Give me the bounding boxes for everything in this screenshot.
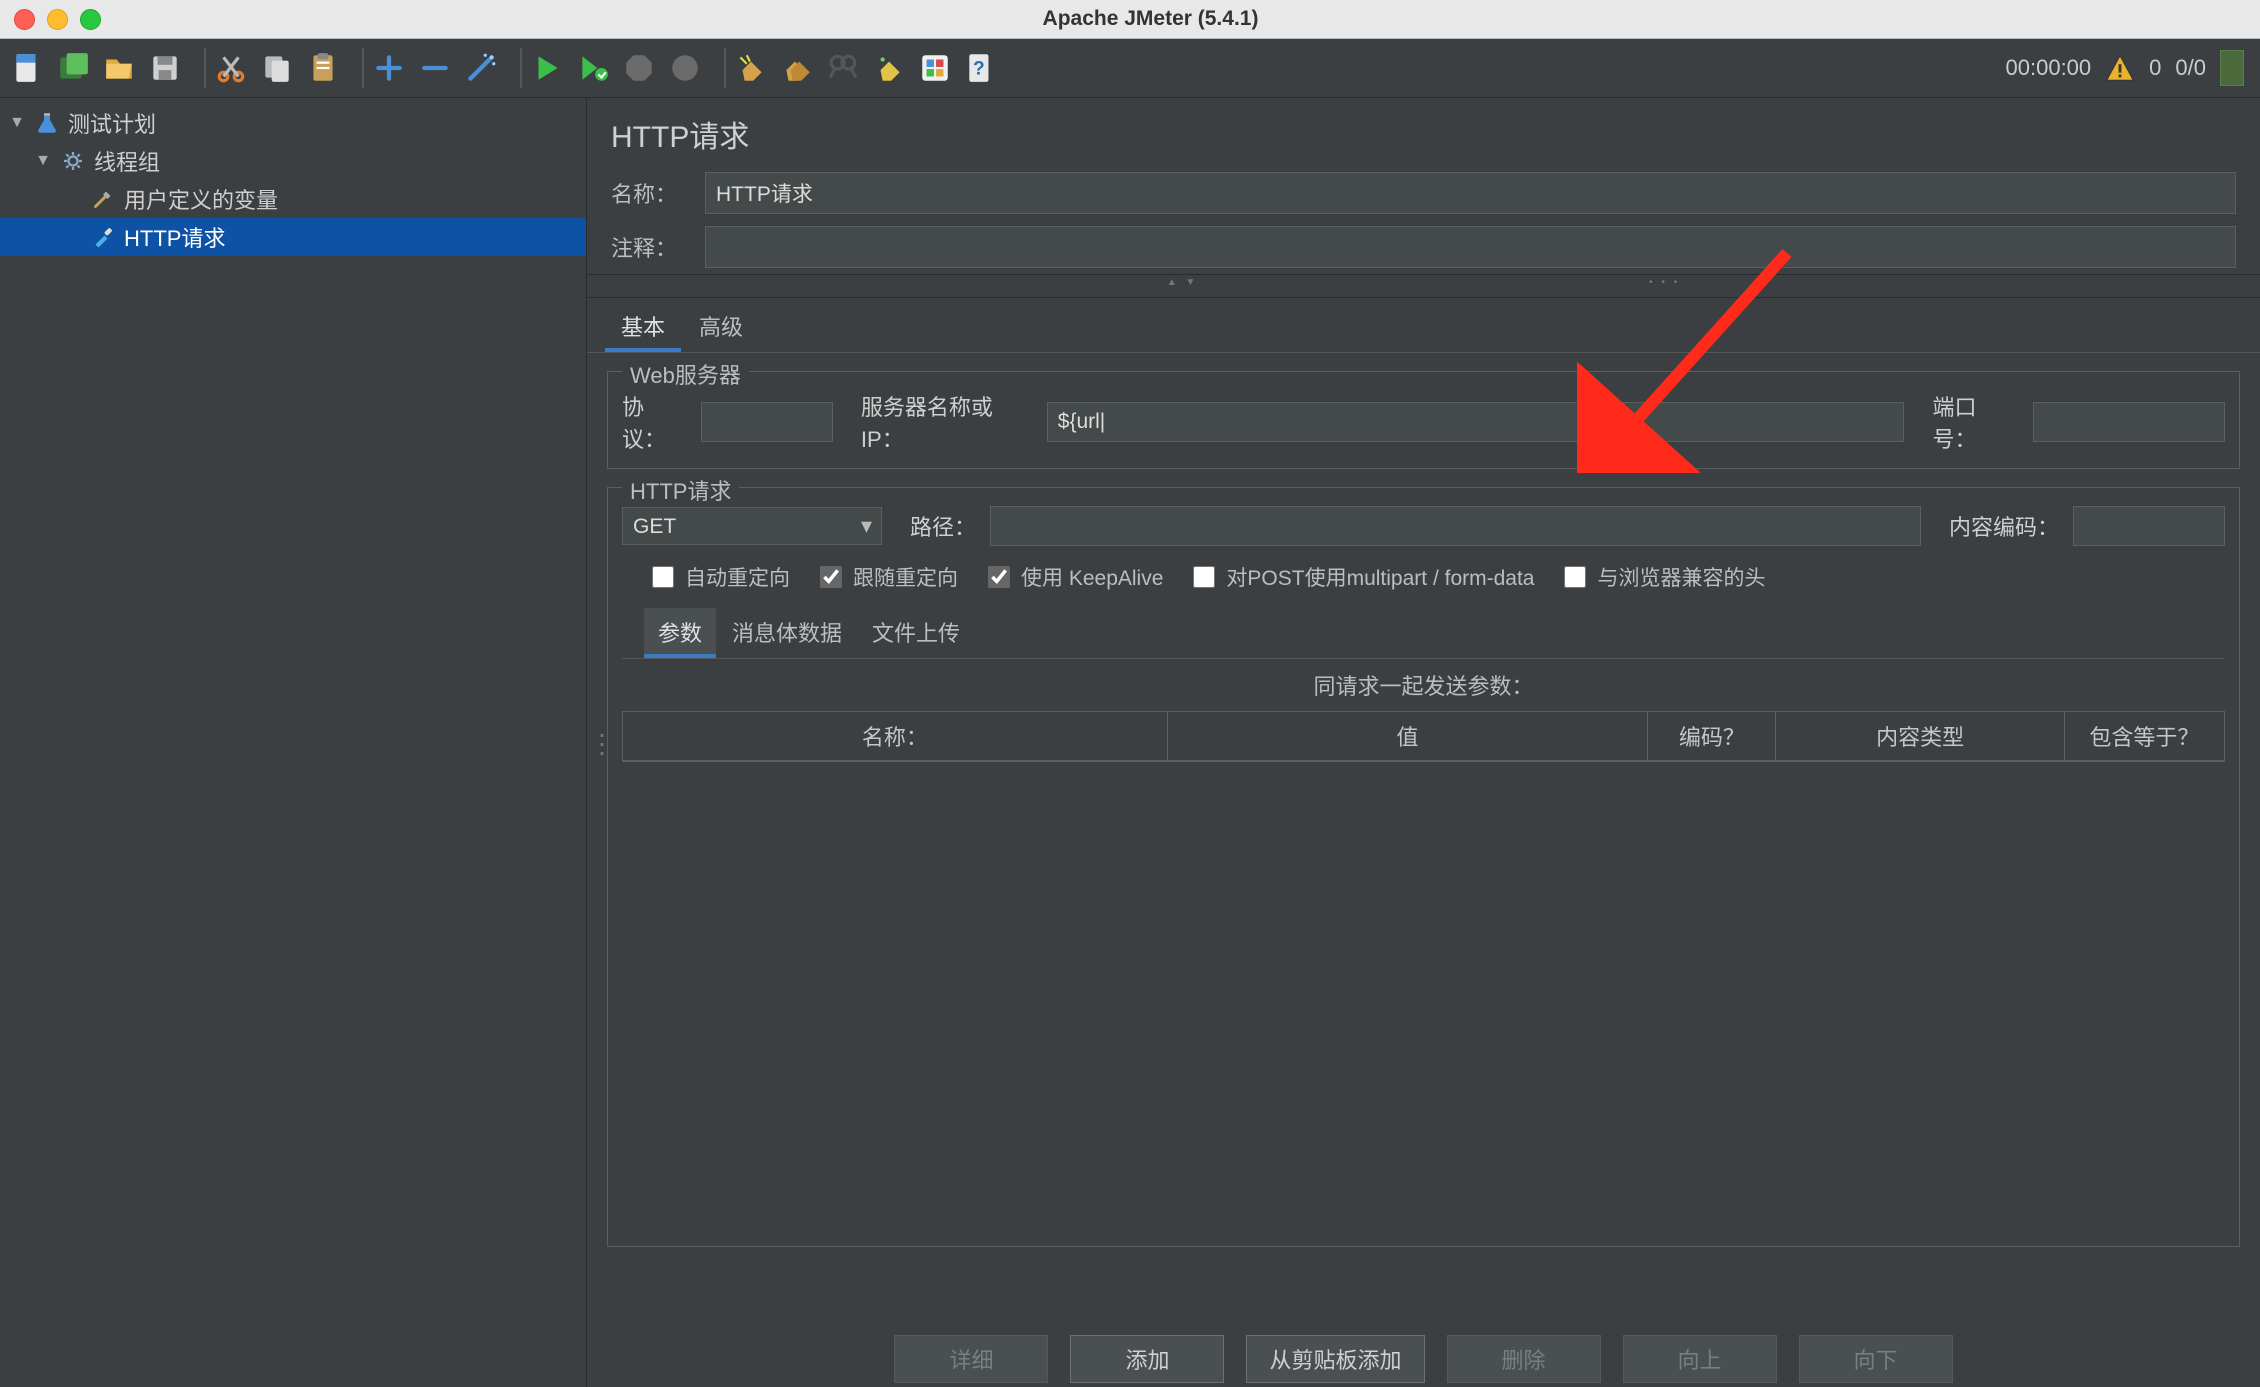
tree-pane[interactable]: ▼ 测试计划 ▼ 线程组 用户定义的变量 HTTP请求	[0, 98, 587, 1387]
delete-button[interactable]: 删除	[1447, 1335, 1601, 1383]
svg-text:?: ?	[973, 58, 985, 79]
expand-toggle-icon[interactable]: ▼	[8, 114, 26, 132]
move-down-button[interactable]: 向下	[1799, 1335, 1953, 1383]
col-value[interactable]: 值	[1167, 712, 1648, 761]
subtab-body-data[interactable]: 消息体数据	[718, 608, 856, 658]
path-input[interactable]	[990, 506, 1921, 546]
flask-icon	[34, 110, 60, 136]
tools-icon	[90, 186, 116, 212]
params-caption: 同请求一起发送参数：	[622, 659, 2225, 711]
add-from-clipboard-button[interactable]: 从剪贴板添加	[1246, 1335, 1424, 1383]
pipette-icon	[90, 224, 116, 250]
remove-icon[interactable]	[414, 47, 456, 89]
tree-label: HTTP请求	[124, 221, 225, 253]
subtab-file-upload[interactable]: 文件上传	[858, 608, 974, 658]
new-file-icon[interactable]	[6, 47, 48, 89]
vertical-splitter[interactable]: ⋮	[587, 98, 597, 1387]
templates-icon[interactable]	[52, 47, 94, 89]
port-input[interactable]	[2033, 402, 2225, 442]
tree-label: 线程组	[94, 145, 160, 177]
col-encode[interactable]: 编码？	[1648, 712, 1776, 761]
window-close-button[interactable]	[14, 9, 35, 30]
tab-basic[interactable]: 基本	[605, 302, 681, 352]
http-request-legend: HTTP请求	[622, 474, 739, 506]
path-label: 路径：	[910, 510, 976, 542]
save-icon[interactable]	[144, 47, 186, 89]
auto-redirect-checkbox[interactable]: 自动重定向	[648, 562, 790, 592]
tree-http-request[interactable]: HTTP请求	[0, 218, 586, 256]
server-name-input[interactable]	[1047, 402, 1905, 442]
tree-test-plan[interactable]: ▼ 测试计划	[0, 104, 586, 142]
encoding-label: 内容编码：	[1949, 510, 2059, 542]
thread-ratio: 0/0	[2175, 55, 2206, 81]
follow-redirect-checkbox[interactable]: 跟随重定向	[816, 562, 958, 592]
window-title: Apache JMeter (5.4.1)	[41, 7, 2260, 31]
search-icon[interactable]	[822, 47, 864, 89]
status-bar: 00:00:00 0 0/0	[2006, 50, 2244, 86]
warning-count: 0	[2149, 55, 2161, 81]
parameters-table-body[interactable]	[622, 761, 2225, 1232]
http-request-fieldset: HTTP请求 GET 路径： 内容编码： 自动重定向 跟随重定向 使用 Keep…	[607, 487, 2240, 1247]
tree-user-defined-variables[interactable]: 用户定义的变量	[0, 180, 586, 218]
protocol-input[interactable]	[701, 402, 833, 442]
name-label: 名称：	[611, 177, 691, 209]
body-tabs: 参数 消息体数据 文件上传	[622, 598, 2225, 659]
http-method-select[interactable]: GET	[622, 507, 882, 545]
web-server-legend: Web服务器	[622, 358, 749, 390]
browser-headers-checkbox[interactable]: 与浏览器兼容的头	[1560, 562, 1765, 592]
col-name[interactable]: 名称：	[623, 712, 1168, 761]
run-icon[interactable]	[526, 47, 568, 89]
server-label: 服务器名称或IP：	[861, 390, 1033, 454]
col-include-equals[interactable]: 包含等于？	[2064, 712, 2224, 761]
reset-search-icon[interactable]	[868, 47, 910, 89]
detail-button[interactable]: 详细	[894, 1335, 1048, 1383]
help-icon[interactable]: ?	[960, 47, 1002, 89]
add-button[interactable]: 添加	[1070, 1335, 1224, 1383]
expand-toggle-icon[interactable]: ▼	[34, 152, 52, 170]
clear-icon[interactable]	[730, 47, 772, 89]
panel-title: HTTP请求	[587, 98, 2260, 166]
open-file-icon[interactable]	[98, 47, 140, 89]
stop-icon[interactable]	[618, 47, 660, 89]
move-up-button[interactable]: 向上	[1623, 1335, 1777, 1383]
tree-thread-group[interactable]: ▼ 线程组	[0, 142, 586, 180]
clear-all-icon[interactable]	[776, 47, 818, 89]
paste-icon[interactable]	[302, 47, 344, 89]
port-label: 端口号：	[1932, 390, 2019, 454]
parameters-table[interactable]: 名称： 值 编码？ 内容类型 包含等于？	[622, 711, 2225, 761]
run-indicator-icon	[2220, 50, 2244, 86]
tree-label: 测试计划	[68, 107, 156, 139]
web-server-fieldset: Web服务器 协议： 服务器名称或IP： 端口号：	[607, 371, 2240, 469]
tab-advanced[interactable]: 高级	[683, 302, 759, 352]
add-icon[interactable]	[368, 47, 410, 89]
row-buttons: 详细 添加 从剪贴板添加 删除 向上 向下	[587, 1323, 2260, 1387]
config-tabs: 基本 高级	[587, 298, 2260, 353]
subtab-parameters[interactable]: 参数	[644, 608, 716, 658]
protocol-label: 协议：	[622, 390, 687, 454]
wand-icon[interactable]	[460, 47, 502, 89]
name-input[interactable]	[705, 172, 2236, 214]
warning-icon[interactable]	[2105, 53, 2135, 83]
shutdown-icon[interactable]	[664, 47, 706, 89]
horizontal-splitter[interactable]: ▲ ▼ • • •	[587, 274, 2260, 298]
comment-input[interactable]	[705, 226, 2236, 268]
elapsed-timer: 00:00:00	[2006, 55, 2092, 81]
function-helper-icon[interactable]	[914, 47, 956, 89]
content-encoding-input[interactable]	[2073, 506, 2225, 546]
copy-icon[interactable]	[256, 47, 298, 89]
tree-label: 用户定义的变量	[124, 183, 278, 215]
run-no-pause-icon[interactable]	[572, 47, 614, 89]
detail-pane: ⋮ HTTP请求 名称： 注释： ▲ ▼ • • • 基本 高级	[587, 98, 2260, 1387]
keep-alive-checkbox[interactable]: 使用 KeepAlive	[984, 562, 1163, 592]
macos-titlebar: Apache JMeter (5.4.1)	[0, 0, 2260, 39]
gear-icon	[60, 148, 86, 174]
comment-label: 注释：	[611, 231, 691, 263]
multipart-checkbox[interactable]: 对POST使用multipart / form-data	[1189, 562, 1534, 592]
cut-icon[interactable]	[210, 47, 252, 89]
col-content-type[interactable]: 内容类型	[1776, 712, 2064, 761]
toolbar: ? 00:00:00 0 0/0	[0, 39, 2260, 98]
